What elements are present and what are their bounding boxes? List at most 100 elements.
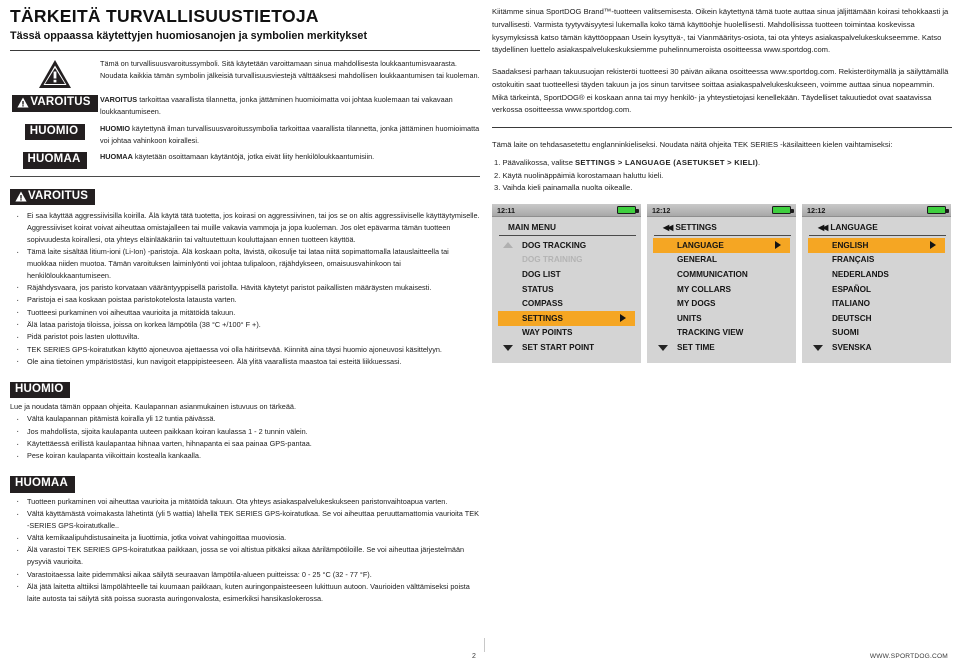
divider-top (10, 50, 480, 52)
step1-suffix: . (758, 157, 761, 167)
list-item: Pidä paristot pois lasten ulottuvilta. (10, 330, 480, 346)
huomio-section-header: HUOMIO (10, 379, 480, 399)
menu-item-settings[interactable]: SETTINGS (498, 310, 635, 326)
varoitus-badge-label: VAROITUS (30, 96, 91, 109)
language-step-1: 1. Päävalikossa, valitse SETTINGS > LANG… (492, 157, 952, 170)
menu-item-way-points[interactable]: WAY POINTS (492, 326, 641, 341)
list-item: Tuotteesi purkaminen voi aiheuttaa vauri… (10, 305, 480, 321)
menu-item-english[interactable]: ENGLISH (808, 238, 945, 253)
divider-right (492, 127, 952, 128)
list-item: Jos mahdollista, sijoita kaulapanta uute… (10, 424, 480, 440)
menu-item-nederlands[interactable]: NEDERLANDS (802, 267, 951, 282)
menu-item-francais[interactable]: FRANÇAIS (802, 253, 951, 268)
menu-item-units[interactable]: UNITS (647, 311, 796, 326)
list-item: Ole aina tietoinen ympäristöstäsi, kun n… (10, 354, 480, 370)
legend-lead-huomaa: HUOMAA (100, 152, 133, 162)
menu-list-wrapper: LANGUAGE GENERAL COMMUNICATION MY COLLAR… (647, 238, 796, 355)
screen-title-bar: MAIN MENU (499, 221, 636, 236)
menu-item-dog-list[interactable]: DOG LIST (492, 267, 641, 282)
screen-body: ◀◀ LANGUAGE ENGLISH FRANÇAIS NEDERLANDS … (802, 217, 951, 363)
menu-item-dog-training: DOG TRAINING (522, 255, 583, 265)
document-page: TÄRKEITÄ TURVALLISUUSTIETOJA Tässä oppaa… (0, 0, 960, 668)
huomaa-list: Tuotteen purkaminen voi aiheuttaa vaurio… (10, 494, 480, 605)
screen-status-bar: 12:12 (647, 204, 796, 217)
menu-item-espanol[interactable]: ESPAÑOL (802, 282, 951, 297)
screen-status-bar: 12:12 (802, 204, 951, 217)
screen-body: ◀◀ SETTINGS LANGUAGE GENERAL COMMUNICATI… (647, 217, 796, 363)
huomio-badge-label: HUOMIO (29, 124, 79, 137)
device-screens-group: 12:11 MAIN MENU DOG TRACKING DOG TRAININ… (492, 204, 952, 363)
warning-triangle-icon (15, 191, 27, 202)
page-title: TÄRKEITÄ TURVALLISUUSTIETOJA (10, 6, 319, 26)
list-item: Räjähdysvaara, jos paristo korvataan vää… (10, 280, 480, 296)
footer-center-divider (484, 638, 485, 652)
right-column: Kiitämme sinua SportDOG Brand™-tuotteen … (492, 6, 952, 363)
device-screen-main-menu: 12:11 MAIN MENU DOG TRACKING DOG TRAININ… (492, 204, 641, 363)
menu-item-italiano[interactable]: ITALIANO (802, 296, 951, 311)
menu-item-deutsch[interactable]: DEUTSCH (802, 311, 951, 326)
page-subtitle: Tässä oppaassa käytettyjen huomiosanojen… (10, 30, 368, 43)
legend-text-huomaa: HUOMAA käytetään osoittamaan käytäntöjä,… (100, 151, 480, 163)
menu-item-tracking-view[interactable]: TRACKING VIEW (647, 326, 796, 341)
menu-item-my-dogs[interactable]: MY DOGS (647, 296, 796, 311)
menu-list-wrapper: DOG TRACKING DOG TRAINING DOG LIST STATU… (492, 238, 641, 355)
menu-item-svenska[interactable]: SVENSKA (802, 340, 951, 355)
menu-item-my-collars[interactable]: MY COLLARS (647, 282, 796, 297)
screen-title-bar: ◀◀ SETTINGS (654, 221, 791, 236)
menu-list: LANGUAGE GENERAL COMMUNICATION MY COLLAR… (647, 238, 796, 355)
varoitus-section-badge-label: VAROITUS (28, 189, 89, 202)
menu-item-suomi[interactable]: SUOMI (802, 326, 951, 341)
menu-item-communication[interactable]: COMMUNICATION (647, 267, 796, 282)
legend-row-varoitus: VAROITUS VAROITUS tarkoittaa vaarallista… (10, 94, 480, 118)
menu-item-set-time[interactable]: SET TIME (647, 340, 796, 355)
screen-title-bar: ◀◀ LANGUAGE (809, 221, 946, 236)
intro-paragraph-1: Kiitämme sinua SportDOG Brand™-tuotteen … (492, 7, 949, 55)
list-item: Tämä laite sisältää litium-ioni (Li-Ion)… (10, 244, 480, 281)
huomio-badge-cell: HUOMIO (10, 123, 100, 141)
huomio-section-badge: HUOMIO (10, 381, 71, 399)
screen-title-label: MAIN MENU (508, 222, 556, 232)
huomaa-section-badge: HUOMAA (10, 476, 75, 493)
list-item: Vältä käyttämästä voimakasta lähetintä (… (10, 507, 480, 532)
legend-lead-varoitus: VAROITUS (100, 95, 138, 105)
menu-item-settings-label: SETTINGS (522, 313, 563, 323)
list-item: Varastoitaessa laite pidemmäksi aikaa sä… (10, 567, 480, 583)
screen-time: 12:11 (497, 205, 515, 215)
menu-item-language-label: LANGUAGE (677, 240, 724, 250)
varoitus-badge-cell: VAROITUS (10, 94, 100, 112)
screen-time: 12:12 (807, 205, 826, 215)
back-arrows-icon[interactable]: ◀◀ (663, 223, 673, 232)
menu-item-language[interactable]: LANGUAGE (653, 238, 790, 253)
legend-text-safety-alert: Tämä on turvallisuusvaroitussymboli. Sit… (100, 59, 480, 80)
legend-row-huomio: HUOMIO HUOMIO käytettynä ilman turvallis… (10, 123, 480, 147)
divider-legend-bottom (10, 175, 480, 177)
list-item: Paristoja ei saa koskaan poistaa paristo… (10, 293, 480, 309)
menu-item-dog-tracking[interactable]: DOG TRACKING (492, 238, 641, 253)
screen-title-label: LANGUAGE (830, 222, 878, 232)
huomio-badge: HUOMIO (24, 123, 86, 141)
device-screen-language: 12:12 ◀◀ LANGUAGE ENGLISH FRANÇAIS NEDER… (802, 204, 951, 363)
list-item: Pese koiran kaulapanta viikoittain koste… (10, 449, 480, 465)
menu-item-status[interactable]: STATUS (492, 282, 641, 297)
warning-triangle-icon (10, 58, 100, 89)
screen-title-label: SETTINGS (675, 222, 717, 232)
menu-item-general[interactable]: GENERAL (647, 253, 796, 268)
screen-body: MAIN MENU DOG TRACKING DOG TRAINING DOG … (492, 217, 641, 363)
battery-full-icon (772, 206, 794, 214)
menu-item-set-start-point[interactable]: SET START POINT (492, 340, 641, 355)
varoitus-section-badge: VAROITUS (10, 188, 96, 206)
legend-body-huomio: käytettynä ilman turvallisuusvaroitussym… (100, 123, 480, 145)
huomio-list: Vältä kaulapannan pitämistä koiralla yli… (10, 412, 480, 465)
legend-text-huomio: HUOMIO käytettynä ilman turvallisuusvaro… (100, 123, 480, 147)
list-item: Käytettäessä erillistä kaulapantaa hihna… (10, 437, 480, 453)
list-item: Älä jätä laitetta alttiiksi lämpölähteel… (10, 579, 480, 605)
huomio-section-badge-label: HUOMIO (15, 382, 64, 395)
huomaa-badge: HUOMAA (22, 152, 88, 169)
chevron-right-icon (930, 241, 936, 250)
huomaa-section-badge-label: HUOMAA (15, 477, 68, 490)
menu-item-compass[interactable]: COMPASS (492, 296, 641, 311)
footer-website-url: WWW.SPORTDOG.COM (869, 653, 948, 660)
back-arrows-icon[interactable]: ◀◀ (818, 223, 828, 232)
warning-triangle-icon (17, 97, 30, 108)
screen-status-bar: 12:11 (492, 204, 641, 217)
